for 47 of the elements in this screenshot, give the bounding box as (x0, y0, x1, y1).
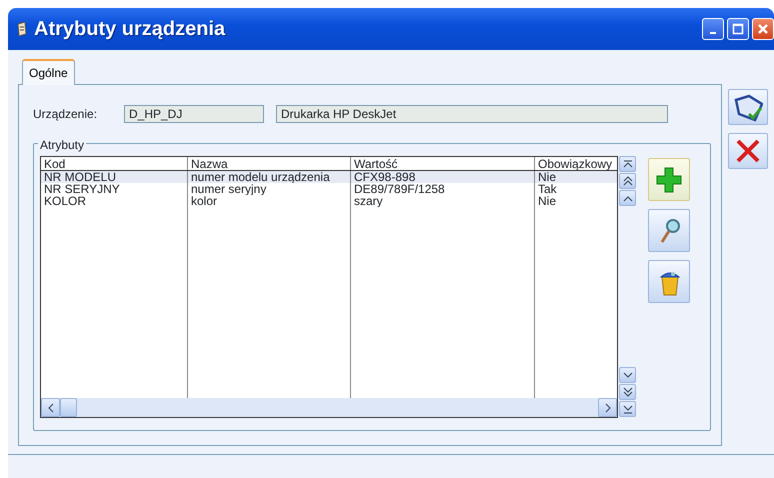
cancel-button[interactable] (728, 133, 768, 169)
plus-icon (654, 164, 684, 194)
close-button[interactable] (752, 18, 774, 40)
chevron-left-icon (46, 402, 54, 412)
scroll-right-button[interactable] (598, 398, 617, 417)
page-down-button[interactable] (619, 384, 636, 400)
table-cell-text: CFX98-898 (353, 171, 416, 183)
column-header[interactable]: Kod (41, 157, 188, 170)
chevron-down-icon (622, 370, 634, 380)
name-field[interactable]: Drukarka HP DeskJet (276, 105, 668, 123)
row-down-button[interactable] (619, 367, 636, 383)
add-button[interactable] (648, 158, 690, 201)
page-up-button[interactable] (619, 173, 636, 189)
app-icon (16, 21, 28, 37)
code-field[interactable]: D_HP_DJ (124, 105, 264, 123)
chevron-right-icon (604, 402, 612, 412)
table-cell-text: NR MODELU (43, 171, 118, 183)
top-chevron-icon (622, 159, 634, 169)
delete-button[interactable] (648, 260, 690, 303)
table-cell-text: KOLOR (43, 195, 88, 207)
scroll-thumb[interactable] (60, 398, 77, 417)
minimize-button[interactable] (702, 18, 724, 40)
double-chevron-up-icon (622, 176, 634, 186)
first-row-button[interactable] (619, 156, 636, 172)
close-icon (757, 23, 769, 35)
last-row-button[interactable] (619, 401, 636, 417)
maximize-button[interactable] (727, 18, 749, 40)
tab[interactable]: Ogólne (22, 59, 75, 85)
minimize-icon (710, 32, 716, 34)
column-header[interactable]: Nazwa (188, 157, 351, 170)
column-header[interactable]: Wartość (351, 157, 535, 170)
scroll-left-button[interactable] (41, 398, 60, 417)
table-cell-text: Tak (537, 183, 558, 195)
table-cell-text: Nie (537, 195, 558, 207)
double-chevron-down-icon (622, 387, 634, 397)
window-title: Atrybuty urządzenia (34, 17, 226, 42)
table-cell-text: DE89/789F/1258 (353, 183, 446, 195)
bottom-chevron-icon (622, 404, 634, 414)
save-button[interactable] (728, 89, 768, 125)
device-label: Urządzenie: (33, 106, 98, 123)
edit-button[interactable] (648, 209, 690, 252)
table-cell-text: NR SERYJNY (43, 183, 121, 195)
horizontal-scrollbar[interactable] (41, 398, 617, 417)
row-up-button[interactable] (619, 190, 636, 206)
table-cell-text: kolor (190, 195, 218, 207)
maximize-icon (732, 23, 744, 35)
table-cell-text: Nie (537, 171, 558, 183)
